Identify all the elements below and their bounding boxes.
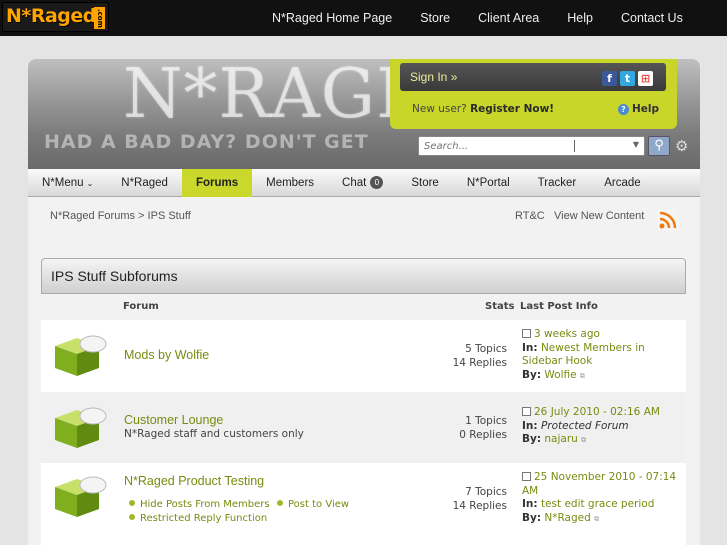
- top-nav: N*Raged Home Page Store Client Area Help…: [258, 0, 697, 36]
- last-post-date[interactable]: 3 weeks ago: [534, 328, 600, 340]
- col-stats: Stats: [485, 301, 515, 312]
- forum-row: Mods by Wolfie 5 Topics 14 Replies 3 wee…: [41, 320, 686, 392]
- forum-row: Customer Lounge N*Raged staff and custom…: [41, 392, 686, 463]
- top-bar: N*Raged .com N*Raged Home Page Store Cli…: [0, 0, 727, 36]
- register-link[interactable]: Register Now!: [470, 103, 554, 115]
- subforum-link[interactable]: Hide Posts From Members: [129, 499, 270, 510]
- last-post-topic[interactable]: test edit grace period: [541, 498, 654, 510]
- column-headers: Forum Stats Last Post Info: [41, 295, 686, 319]
- topnav-help[interactable]: Help: [553, 0, 607, 36]
- last-post-info: 25 November 2010 - 07:14 AM In: test edi…: [522, 471, 677, 524]
- last-post-user[interactable]: najaru: [544, 433, 577, 445]
- nav-nportal[interactable]: N*Portal: [453, 169, 524, 197]
- sign-in-box: Sign In » f t ⊞ New user? Register Now! …: [390, 59, 677, 129]
- profile-card-icon[interactable]: ⧉: [580, 372, 585, 380]
- site-logo[interactable]: N*Raged .com: [2, 2, 109, 32]
- nav-forums[interactable]: Forums: [181, 169, 253, 197]
- forum-description: N*Raged staff and customers only: [124, 428, 304, 440]
- search-box: ▼: [418, 136, 645, 156]
- view-new-content-link[interactable]: View New Content: [554, 210, 644, 222]
- last-post-date[interactable]: 25 November 2010 - 07:14 AM: [522, 471, 676, 497]
- topnav-store[interactable]: Store: [406, 0, 464, 36]
- col-forum: Forum: [123, 301, 159, 312]
- forum-stats: 5 Topics 14 Replies: [452, 343, 507, 369]
- last-post-user[interactable]: Wolfie: [544, 369, 576, 381]
- nav-nraged[interactable]: N*Raged: [107, 169, 182, 197]
- nav-tracker[interactable]: Tracker: [524, 169, 591, 197]
- sign-in-link[interactable]: Sign In »: [410, 70, 457, 84]
- forum-cube-icon: [55, 407, 107, 448]
- facebook-icon[interactable]: f: [602, 71, 617, 86]
- chat-count-badge: 0: [370, 176, 384, 190]
- main-nav: N*Menu ⌄ N*Raged Forums Members Chat 0 Sto…: [28, 169, 700, 197]
- chevron-down-icon[interactable]: ▼: [633, 140, 639, 149]
- help-link[interactable]: ? Help: [618, 103, 659, 115]
- category-header: IPS Stuff Subforums: [41, 258, 686, 294]
- header-banner: N*RAGED HAD A BAD DAY? DON'T GET Sign In…: [28, 59, 700, 169]
- last-post-topic: Protected Forum: [540, 419, 629, 432]
- chevron-down-icon: ⌄: [86, 179, 94, 188]
- last-post-topic[interactable]: Newest Members in Sidebar Hook: [522, 342, 645, 368]
- nav-nmenu[interactable]: N*Menu ⌄: [28, 169, 107, 197]
- twitter-icon[interactable]: t: [620, 71, 635, 86]
- gear-icon[interactable]: ⚙: [675, 137, 688, 155]
- nav-chat[interactable]: Chat 0: [328, 169, 397, 197]
- last-post-info: 3 weeks ago In: Newest Members in Sideba…: [522, 328, 645, 381]
- bullet-icon: [277, 500, 283, 506]
- subforum-link[interactable]: Restricted Reply Function: [129, 513, 267, 524]
- forum-row: N*Raged Product Testing Hide Posts From …: [41, 463, 686, 545]
- post-icon: [522, 329, 531, 338]
- bullet-icon: [129, 514, 135, 520]
- breadcrumb: N*Raged Forums > IPS Stuff: [50, 210, 191, 222]
- topnav-contact[interactable]: Contact Us: [607, 0, 697, 36]
- search-input[interactable]: [419, 137, 609, 155]
- forum-cube-icon: [55, 476, 107, 517]
- logo-text: N*Raged: [6, 5, 96, 27]
- post-icon: [522, 472, 531, 481]
- search-button[interactable]: ⚲: [648, 136, 670, 156]
- search-caret: [574, 140, 575, 152]
- help-icon: ?: [618, 104, 629, 115]
- forum-cube-icon: [55, 335, 107, 376]
- nav-members[interactable]: Members: [252, 169, 328, 197]
- profile-card-icon[interactable]: ⧉: [581, 436, 586, 444]
- forum-title[interactable]: Customer Lounge: [124, 413, 223, 427]
- forum-stats: 1 Topics 0 Replies: [459, 415, 507, 441]
- new-user-text: New user? Register Now!: [412, 103, 555, 115]
- rtc-link[interactable]: RT&C: [515, 210, 545, 222]
- profile-card-icon[interactable]: ⧉: [594, 515, 599, 523]
- last-post-user[interactable]: N*Raged: [544, 512, 590, 524]
- rss-icon[interactable]: [657, 209, 679, 231]
- topnav-client-area[interactable]: Client Area: [464, 0, 553, 36]
- page-wrapper: N*RAGED HAD A BAD DAY? DON'T GET Sign In…: [28, 59, 700, 545]
- topnav-home[interactable]: N*Raged Home Page: [258, 0, 406, 36]
- breadcrumb-current[interactable]: IPS Stuff: [148, 210, 191, 222]
- forum-title[interactable]: N*Raged Product Testing: [124, 474, 264, 488]
- sign-in-bar: Sign In » f t ⊞: [400, 63, 666, 91]
- banner-slogan: HAD A BAD DAY? DON'T GET: [44, 131, 369, 153]
- forum-stats: 7 Topics 14 Replies: [452, 486, 507, 512]
- last-post-date[interactable]: 26 July 2010 - 02:16 AM: [534, 406, 660, 418]
- logo-suffix: .com: [94, 7, 105, 29]
- breadcrumb-root[interactable]: N*Raged Forums: [50, 210, 135, 222]
- forum-title[interactable]: Mods by Wolfie: [124, 348, 209, 362]
- nav-arcade[interactable]: Arcade: [590, 169, 654, 197]
- nav-store[interactable]: Store: [397, 169, 453, 197]
- bullet-icon: [129, 500, 135, 506]
- col-last-post: Last Post Info: [520, 301, 598, 312]
- subforum-link[interactable]: Post to View: [277, 499, 349, 510]
- post-icon: [522, 407, 531, 416]
- last-post-info: 26 July 2010 - 02:16 AM In: Protected Fo…: [522, 406, 660, 445]
- search-icon: ⚲: [654, 138, 664, 153]
- windows-live-icon[interactable]: ⊞: [638, 71, 653, 86]
- category-title[interactable]: IPS Stuff Subforums: [51, 268, 178, 284]
